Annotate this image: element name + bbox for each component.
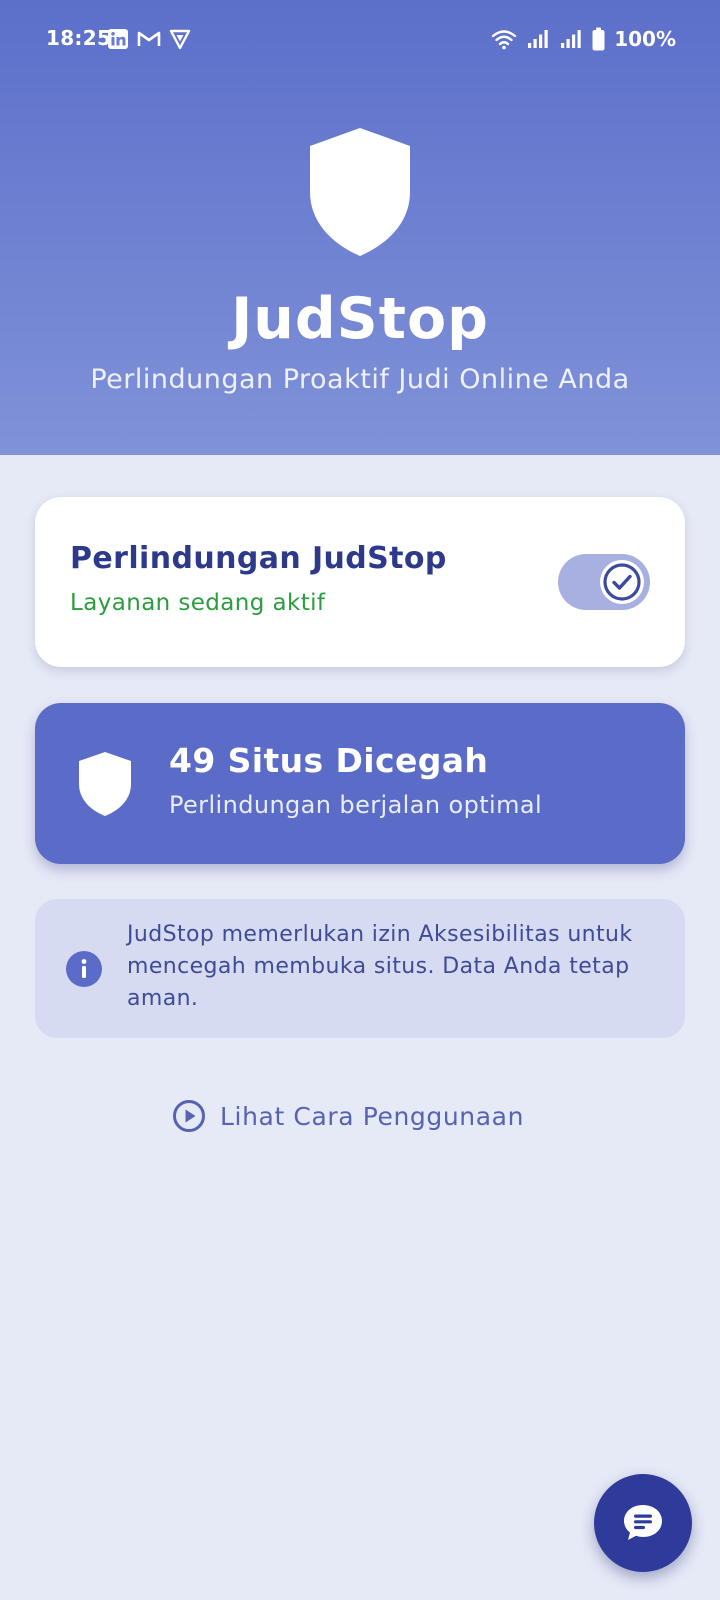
signal-icon bbox=[561, 30, 581, 48]
blocked-sites-count: 49 Situs Dicegah bbox=[169, 741, 489, 780]
stats-card: 49 Situs Dicegah Perlindungan berjalan o… bbox=[35, 703, 685, 864]
battery-icon bbox=[592, 27, 605, 51]
app-subtitle: Perlindungan Proaktif Judi Online Anda bbox=[90, 364, 630, 395]
wifi-icon bbox=[492, 30, 517, 50]
how-to-use-label: Lihat Cara Penggunaan bbox=[220, 1101, 525, 1131]
chat-fab-button[interactable] bbox=[594, 1474, 692, 1572]
toggle-knob bbox=[600, 560, 644, 604]
status-notification-icons bbox=[107, 26, 191, 52]
vpn-shield-icon bbox=[169, 29, 191, 50]
info-text: JudStop memerlukan izin Aksesibilitas un… bbox=[127, 922, 633, 1011]
shield-icon bbox=[79, 752, 131, 816]
signal-icon bbox=[528, 30, 548, 48]
protection-status: Layanan sedang aktif bbox=[70, 590, 326, 616]
status-bar: 18:25 100% bbox=[0, 0, 720, 78]
protection-toggle[interactable] bbox=[558, 554, 650, 610]
status-time: 18:25 bbox=[46, 26, 112, 50]
protection-title: Perlindungan JudStop bbox=[70, 541, 447, 576]
play-circle-icon bbox=[173, 1100, 205, 1132]
chat-icon bbox=[624, 1505, 662, 1540]
gmail-icon bbox=[137, 31, 161, 46]
stats-description: Perlindungan berjalan optimal bbox=[169, 791, 543, 819]
linkedin-icon bbox=[108, 29, 128, 49]
battery-percentage: 100% bbox=[614, 27, 676, 51]
how-to-use-link[interactable]: Lihat Cara Penggunaan bbox=[172, 1096, 524, 1136]
info-icon bbox=[66, 951, 102, 987]
header: 18:25 100% JudStop Perlindungan Proaktif… bbox=[0, 0, 720, 455]
shield-icon bbox=[310, 128, 410, 256]
status-system-icons: 100% bbox=[491, 26, 676, 52]
check-icon bbox=[603, 563, 641, 601]
app-title: JudStop bbox=[231, 286, 489, 352]
protection-card: Perlindungan JudStop Layanan sedang akti… bbox=[35, 497, 685, 667]
info-box: JudStop memerlukan izin Aksesibilitas un… bbox=[35, 899, 685, 1038]
